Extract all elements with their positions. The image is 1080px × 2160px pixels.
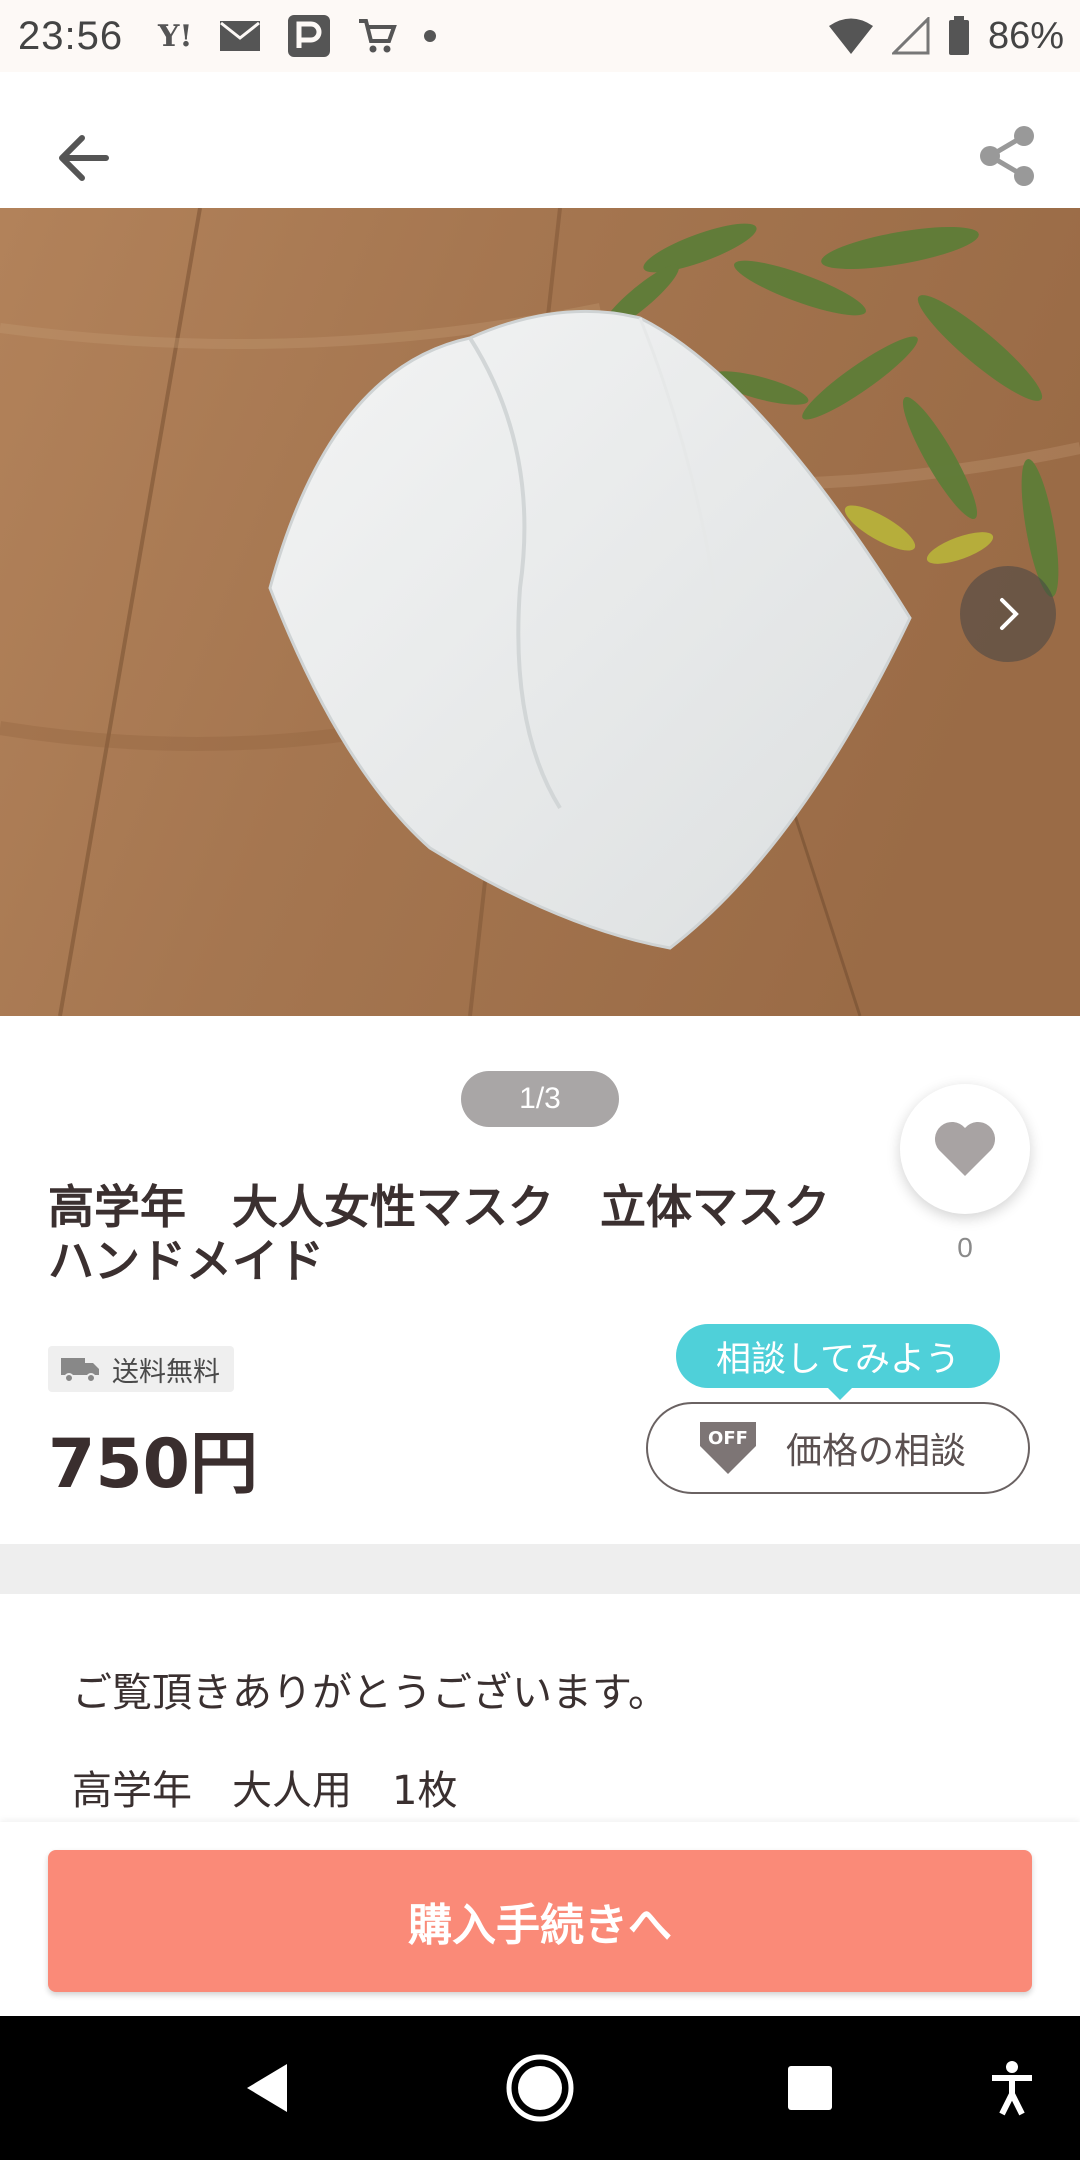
price-consult-label: 価格の相談 bbox=[786, 1431, 967, 1472]
nav-back-icon bbox=[247, 2064, 287, 2112]
tooltip-arrow bbox=[826, 1386, 854, 1400]
next-image-button[interactable] bbox=[960, 566, 1056, 662]
nav-home-button[interactable] bbox=[500, 2048, 580, 2128]
truck-icon bbox=[61, 1358, 99, 1383]
image-counter: 1/3 bbox=[461, 1071, 619, 1127]
description-line: 高学年 大人用 1枚 bbox=[72, 1768, 458, 1814]
signal-icon bbox=[891, 17, 930, 55]
nav-back-button[interactable] bbox=[226, 2048, 306, 2128]
yahoo-icon: Y! bbox=[158, 18, 193, 54]
back-arrow-icon[interactable] bbox=[52, 126, 116, 190]
shipping-label: 送料無料 bbox=[112, 1356, 220, 1388]
product-title: 高学年 大人女性マスク 立体マスクハンドメイド bbox=[48, 1180, 830, 1288]
product-description: ご覧頂きありがとうございます。 高学年 大人用 1枚 bbox=[72, 1664, 1012, 1820]
purchase-button[interactable]: 購入手続きへ bbox=[48, 1850, 1032, 1992]
mail-icon bbox=[219, 21, 260, 51]
shipping-badge: 送料無料 bbox=[48, 1346, 234, 1392]
description-line: ご覧頂きありがとうございます。 bbox=[72, 1670, 668, 1716]
battery-icon bbox=[948, 16, 969, 55]
chevron-right-icon bbox=[1000, 598, 1019, 630]
cart-icon bbox=[358, 19, 397, 53]
favorite-button[interactable] bbox=[900, 1084, 1030, 1214]
product-image[interactable] bbox=[0, 208, 1080, 1016]
paypay-icon bbox=[287, 15, 330, 57]
share-icon[interactable] bbox=[974, 122, 1042, 190]
off-tag-icon: OFF bbox=[700, 1422, 756, 1474]
status-right: 86% bbox=[828, 14, 1064, 58]
accessibility-icon bbox=[992, 2061, 1032, 2116]
off-badge-text: OFF bbox=[708, 1428, 748, 1449]
heart-icon bbox=[934, 1121, 996, 1176]
section-divider bbox=[0, 1544, 1080, 1594]
consult-tooltip: 相談してみよう bbox=[676, 1324, 1000, 1388]
app-bar bbox=[0, 72, 1080, 208]
status-bar: 23:56 Y! 86% bbox=[0, 0, 1080, 72]
dot-icon bbox=[423, 30, 436, 42]
notification-icons: Y! bbox=[158, 14, 437, 58]
nav-recents-button[interactable] bbox=[770, 2048, 850, 2128]
status-time: 23:56 bbox=[18, 14, 124, 58]
battery-percent: 86% bbox=[987, 14, 1064, 57]
wifi-icon bbox=[828, 18, 873, 54]
favorite-count: 0 bbox=[957, 1232, 973, 1263]
nav-home-icon bbox=[506, 2054, 574, 2122]
product-price: 750円 bbox=[48, 1425, 258, 1504]
system-nav-bar bbox=[0, 2016, 1080, 2160]
nav-recents-icon bbox=[788, 2066, 832, 2110]
accessibility-button[interactable] bbox=[972, 2048, 1052, 2128]
price-consult-button[interactable]: OFF 価格の相談 bbox=[646, 1402, 1030, 1494]
